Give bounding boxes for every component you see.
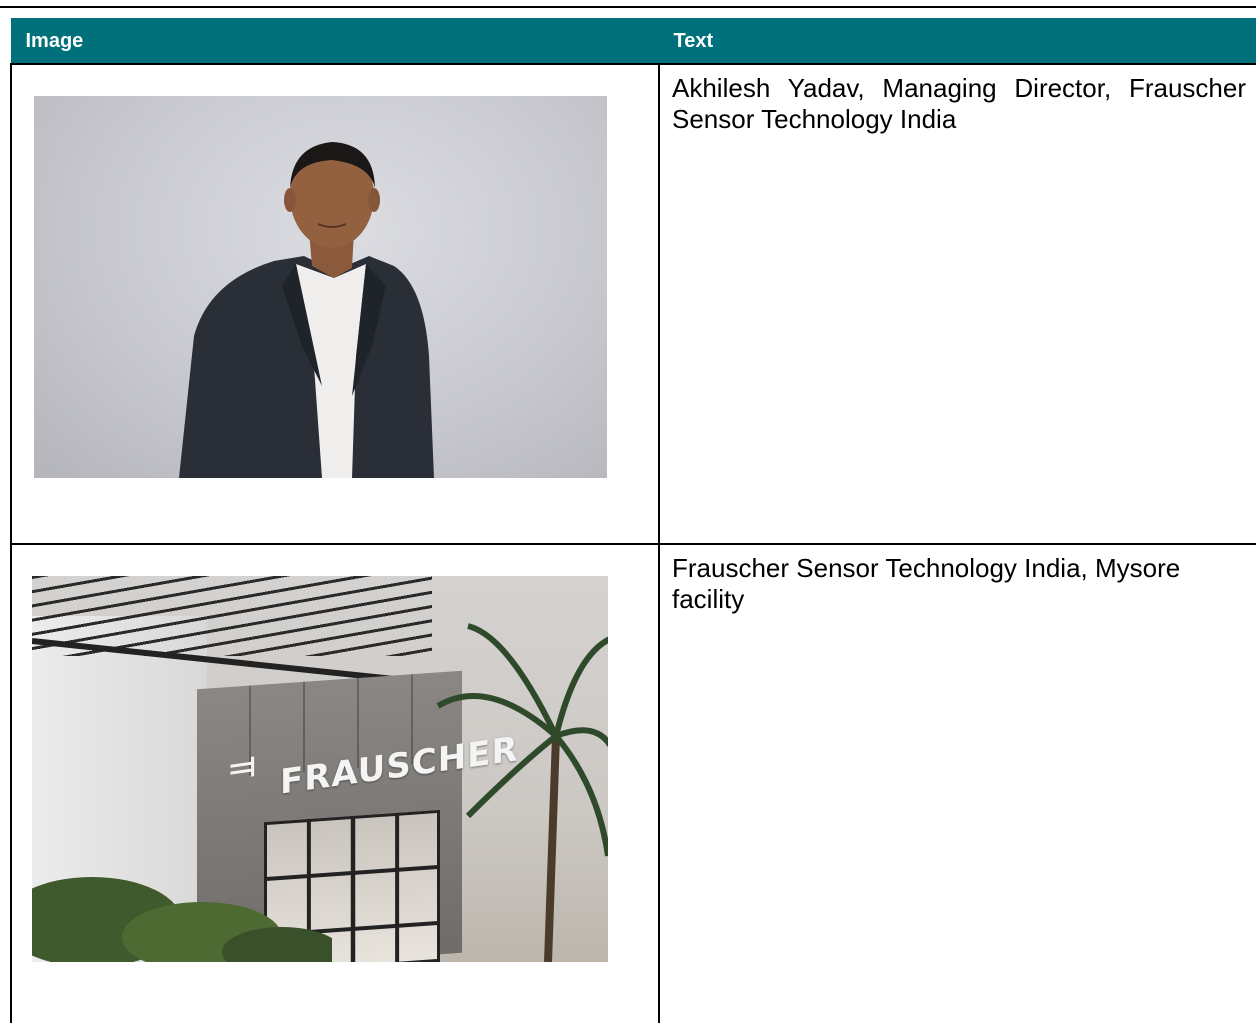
caption-cell: Akhilesh Yadav, Managing Director, Fraus…: [658, 64, 1256, 545]
header-text: Text: [658, 18, 1256, 65]
table-row: ⫤ FRAUSCHER Frauscher Sensor Technology …: [10, 544, 1256, 1023]
table-row: Akhilesh Yadav, Managing Director, Fraus…: [10, 64, 1256, 545]
building-photo: ⫤ FRAUSCHER: [32, 576, 608, 962]
header-image: Image: [10, 18, 660, 65]
caption-cell: Frauscher Sensor Technology India, Mysor…: [658, 544, 1256, 1023]
table-header-row: Image Text: [10, 18, 1256, 65]
image-cell: [10, 64, 660, 545]
frauscher-logo-icon: ⫤: [230, 746, 256, 788]
top-rule: [0, 6, 1256, 8]
portrait-photo: [34, 96, 607, 478]
image-cell: ⫤ FRAUSCHER: [10, 544, 660, 1023]
media-table: Image Text Akhilesh Yadav, Managing Dire…: [10, 18, 1256, 1023]
